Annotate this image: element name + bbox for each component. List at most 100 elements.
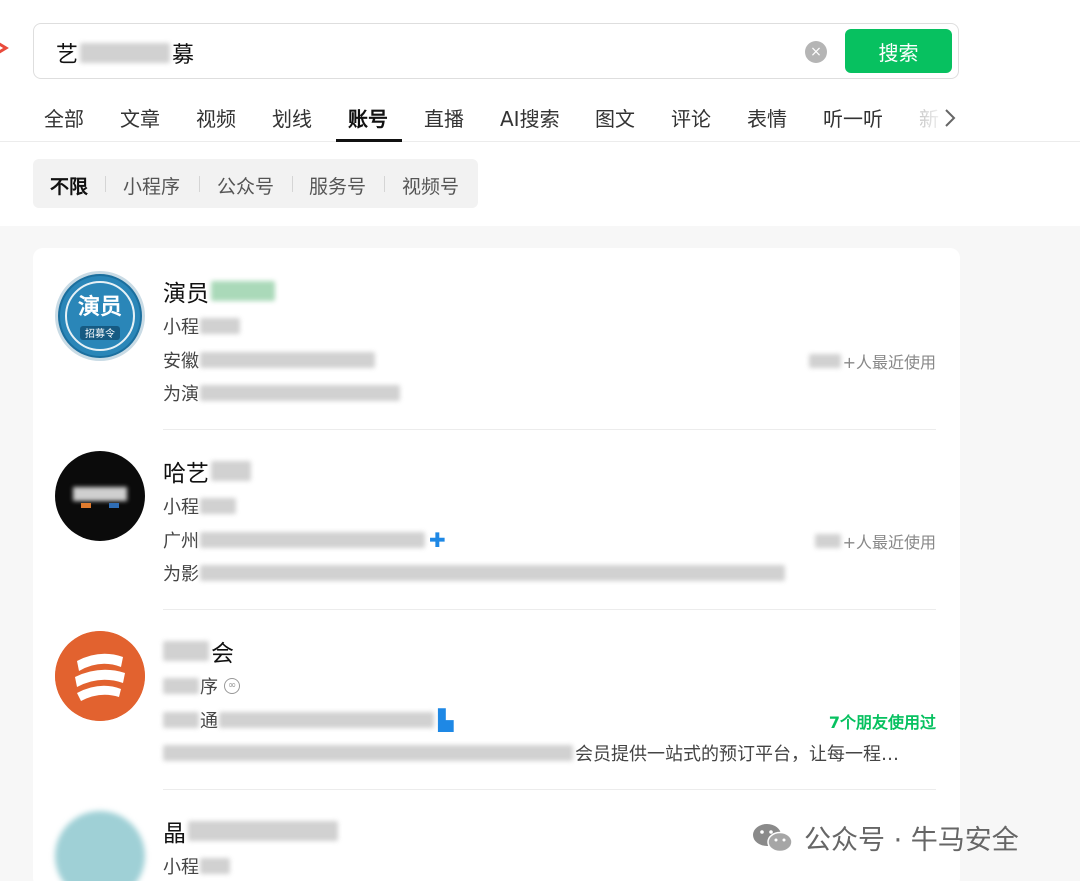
watermark: 公众号 · 牛马安全 (752, 818, 1019, 857)
divider (105, 176, 106, 192)
redacted-text (163, 712, 199, 728)
account-type-text: 小程 (163, 317, 199, 338)
tab-all[interactable]: 全部 (44, 103, 84, 132)
redacted-text (200, 532, 425, 548)
redacted-text (200, 565, 785, 581)
account-name: 会 (163, 634, 234, 668)
search-input[interactable]: 艺 募 × 搜索 (33, 23, 959, 79)
account-location-text: 安徽 (163, 351, 199, 372)
divider (384, 176, 385, 192)
search-query[interactable]: 艺 募 (56, 37, 194, 69)
list-item[interactable]: 演员 招募令 演员 小程 安徽 +人最近使用 为演 (33, 248, 960, 430)
wechat-icon (753, 823, 793, 852)
account-type: 小程 (163, 493, 236, 519)
divider (199, 176, 200, 192)
account-type-text: 小程 (163, 497, 199, 518)
tab-comments[interactable]: 评论 (671, 103, 711, 132)
account-description: 为演 (163, 380, 400, 406)
list-item[interactable]: 会 序 ∞ 通 ▙ 7个朋友使用过 会员提供一站式的预订平台，让每一程… (33, 610, 960, 790)
account-description-text: 为演 (163, 384, 199, 405)
filter-official-account[interactable]: 公众号 (217, 172, 274, 199)
chevron-right-icon[interactable] (943, 107, 957, 129)
account-name-text: 哈艺 (163, 461, 209, 487)
redacted-text (219, 712, 434, 728)
redacted-text (163, 641, 209, 661)
account-description: 会员提供一站式的预订平台，让每一程… (163, 740, 899, 766)
account-name: 演员 (163, 274, 275, 308)
filter-channels[interactable]: 视频号 (402, 172, 459, 199)
tab-articles[interactable]: 文章 (120, 103, 160, 132)
redacted-text (808, 354, 841, 368)
avatar (55, 811, 145, 881)
redacted-text (211, 281, 275, 301)
account-name: 晶 (163, 814, 338, 848)
logo-accent (81, 503, 91, 508)
account-name-text: 会 (211, 641, 234, 667)
avatar-title: 演员 (78, 294, 122, 320)
avatar (55, 631, 145, 721)
search-query-prefix: 艺 (56, 43, 79, 68)
usage-count: +人最近使用 (808, 349, 936, 373)
redacted-text (200, 858, 230, 874)
tab-accounts[interactable]: 账号 (348, 103, 388, 132)
usage-text: +人最近使用 (842, 353, 936, 372)
usage-count: +人最近使用 (814, 529, 936, 553)
orange-logo (55, 631, 145, 721)
search-button[interactable]: 搜索 (845, 29, 952, 73)
search-query-suffix: 募 (172, 43, 195, 68)
tab-listen[interactable]: 听一听 (823, 103, 883, 132)
avatar (55, 451, 145, 541)
search-header: 艺 募 × 搜索 全部 文章 视频 划线 账号 直播 AI搜索 图文 评论 表情… (0, 0, 1080, 226)
filter-service-account[interactable]: 服务号 (309, 172, 366, 199)
tab-image-text[interactable]: 图文 (595, 103, 635, 132)
plus-icon: ✚ (429, 528, 446, 552)
mini-program-icon: ∞ (224, 678, 240, 694)
watermark-text: 公众号 · 牛马安全 (804, 825, 1019, 856)
list-item[interactable]: 哈艺 小程 广州 ✚ +人最近使用 为影 (33, 430, 960, 610)
account-type: 小程 (163, 853, 230, 879)
results-card: 演员 招募令 演员 小程 安徽 +人最近使用 为演 哈艺 小程 广州 ✚ +人最… (33, 248, 960, 881)
account-type-filter: 不限 小程序 公众号 服务号 视频号 (33, 159, 478, 208)
redacted-text (80, 43, 171, 63)
account-name-text: 晶 (163, 821, 186, 847)
redacted-text (188, 821, 338, 841)
redacted-logo (73, 487, 127, 501)
account-description: 为影 (163, 560, 785, 586)
filter-mini-program[interactable]: 小程序 (123, 172, 180, 199)
redacted-text (163, 745, 573, 761)
active-tab-indicator (336, 139, 402, 142)
redacted-text (200, 318, 240, 334)
friends-usage: 7个朋友使用过 (828, 713, 936, 732)
logo-accent (109, 503, 119, 508)
account-location: 广州 ✚ (163, 527, 446, 553)
account-location: 通 ▙ (163, 707, 453, 733)
redacted-text (200, 498, 236, 514)
redacted-text (200, 352, 375, 368)
tab-live[interactable]: 直播 (424, 103, 464, 132)
actor-recruit-logo: 演员 招募令 (60, 276, 140, 356)
filter-all[interactable]: 不限 (50, 172, 88, 199)
redacted-text (211, 461, 251, 481)
search-tabs: 全部 文章 视频 划线 账号 直播 AI搜索 图文 评论 表情 听一听 新 (0, 96, 1080, 142)
account-type-text: 小程 (163, 857, 199, 878)
redacted-text (814, 534, 841, 548)
tab-highlights[interactable]: 划线 (272, 103, 312, 132)
account-name-text: 演员 (163, 281, 209, 307)
badge-icon: ▙ (438, 708, 454, 732)
redacted-text (200, 385, 400, 401)
account-description-text: 会员提供一站式的预订平台，让每一程… (575, 744, 899, 765)
account-location: 安徽 (163, 347, 375, 373)
account-description-text: 为影 (163, 564, 199, 585)
tab-stickers[interactable]: 表情 (747, 103, 787, 132)
tab-ai-search[interactable]: AI搜索 (500, 103, 560, 132)
red-arrow-icon (0, 42, 9, 54)
account-type: 小程 (163, 313, 240, 339)
avatar-subtitle: 招募令 (85, 327, 115, 340)
tab-videos[interactable]: 视频 (196, 103, 236, 132)
account-name: 哈艺 (163, 454, 251, 488)
clear-icon[interactable]: × (805, 41, 827, 63)
account-type: 序 ∞ (163, 673, 240, 699)
redacted-text (163, 678, 199, 694)
usage-text: +人最近使用 (842, 533, 936, 552)
account-location-text: 广州 (163, 531, 199, 552)
